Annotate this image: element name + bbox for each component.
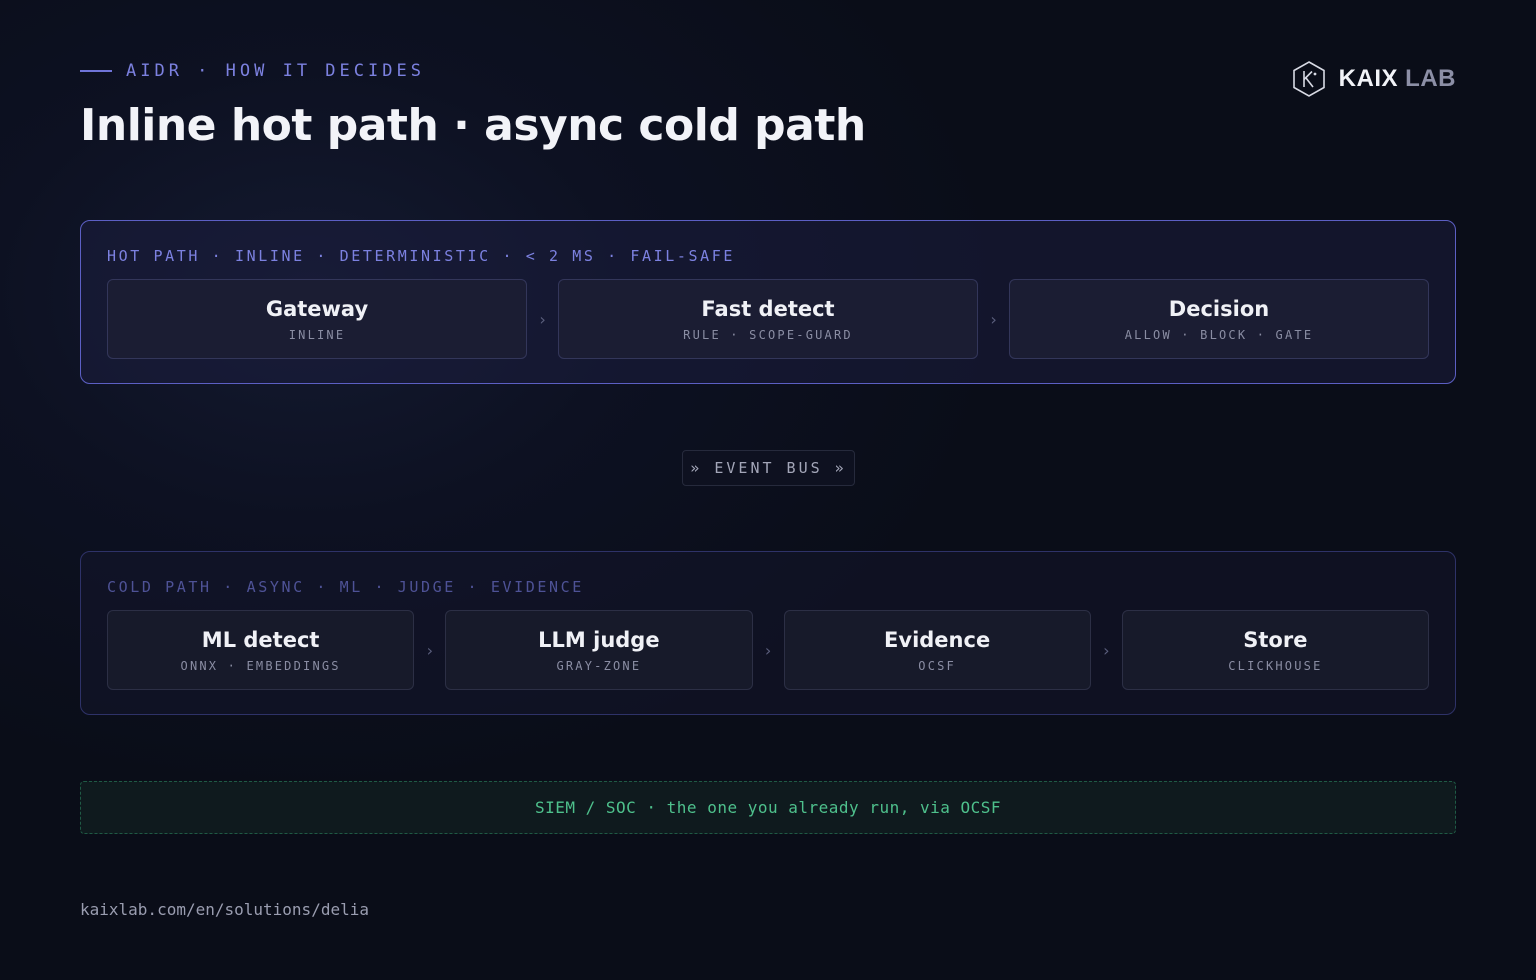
event-bus: » EVENT BUS » (682, 450, 855, 486)
chevron-right-icon: › (763, 640, 773, 660)
node-subtitle: RULE · SCOPE-GUARD (683, 327, 853, 342)
eyebrow-line (80, 70, 112, 72)
chevron-right-icon: › (1101, 640, 1112, 660)
node-title: ML detect (201, 627, 320, 652)
node-fast-detect: Fast detect RULE · SCOPE-GUARD (558, 279, 978, 359)
node-subtitle: INLINE (288, 327, 346, 342)
node-title: Fast detect (701, 296, 835, 321)
brand-name: KAIX LAB (1339, 65, 1456, 93)
page-title: Inline hot path · async cold path (80, 100, 866, 151)
hot-path-row: Gateway INLINE › Fast detect RULE · SCOP… (107, 279, 1429, 359)
cold-path-panel: COLD PATH · ASYNC · ML · JUDGE · EVIDENC… (80, 551, 1456, 715)
node-subtitle: ONNX · EMBEDDINGS (180, 658, 341, 673)
node-decision: Decision ALLOW · BLOCK · GATE (1009, 279, 1429, 359)
node-evidence: Evidence OCSF (783, 610, 1091, 690)
node-llm-judge: LLM judge GRAY-ZONE (445, 610, 753, 690)
node-title: Evidence (884, 627, 991, 652)
chevron-right-icon: › (424, 640, 435, 660)
node-ml-detect: ML detect ONNX · EMBEDDINGS (107, 610, 415, 690)
eyebrow: AIDR · HOW IT DECIDES (80, 61, 425, 81)
chevron-right-icon: › (537, 309, 548, 329)
brand-name-primary: KAIX (1338, 65, 1398, 92)
brand-logo-link[interactable]: KAIX LAB (1291, 60, 1456, 98)
node-subtitle: ALLOW · BLOCK · GATE (1124, 327, 1314, 342)
node-subtitle: CLICKHOUSE (1228, 658, 1323, 673)
node-subtitle: OCSF (918, 658, 956, 673)
node-title: Decision (1168, 296, 1270, 321)
node-title: Gateway (265, 296, 369, 321)
hexagon-k-icon (1292, 61, 1325, 97)
hot-path-label: HOT PATH · INLINE · DETERMINISTIC · < 2 … (107, 247, 736, 265)
node-gateway: Gateway INLINE (107, 279, 527, 359)
node-title: Store (1243, 627, 1308, 652)
eyebrow-text: AIDR · HOW IT DECIDES (126, 61, 425, 81)
siem-soc-banner: SIEM / SOC · the one you already run, vi… (80, 781, 1456, 834)
node-subtitle: GRAY-ZONE (556, 658, 642, 673)
hot-path-panel: HOT PATH · INLINE · DETERMINISTIC · < 2 … (80, 220, 1456, 384)
node-title: LLM judge (538, 627, 660, 652)
footer-url-link[interactable]: kaixlab.com/en/solutions/delia (80, 900, 369, 919)
chevron-right-icon: › (988, 309, 999, 329)
cold-path-row: ML detect ONNX · EMBEDDINGS › LLM judge … (107, 610, 1429, 690)
node-store: Store CLICKHOUSE (1121, 610, 1429, 690)
cold-path-label: COLD PATH · ASYNC · ML · JUDGE · EVIDENC… (107, 578, 584, 596)
brand-name-secondary: LAB (1405, 65, 1456, 92)
